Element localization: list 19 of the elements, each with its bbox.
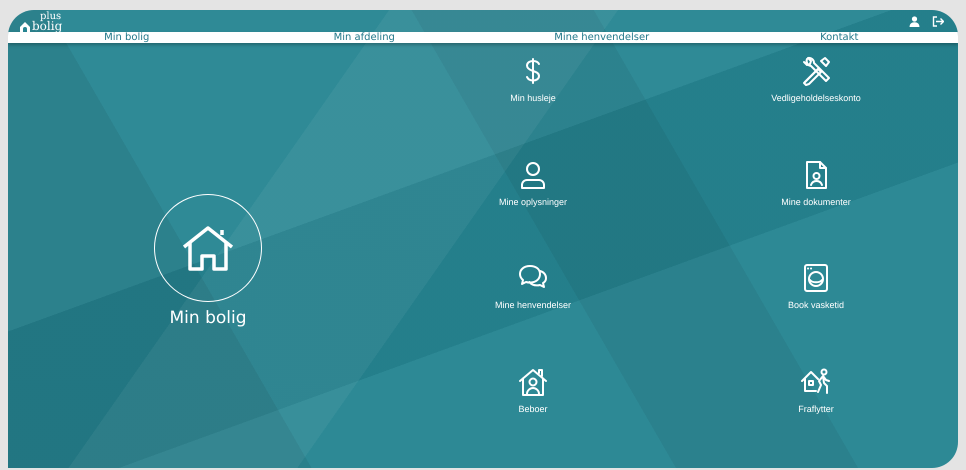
menu-tile[interactable]: Mine dokumenter bbox=[781, 158, 851, 206]
home-button[interactable] bbox=[154, 194, 262, 302]
logo-text: bolig bbox=[32, 20, 62, 32]
house-icon bbox=[182, 225, 234, 271]
menu-tile[interactable]: Fraflytter bbox=[798, 366, 834, 414]
menu-tile[interactable]: Mine henvendelser bbox=[494, 262, 572, 310]
logout-icon[interactable] bbox=[932, 16, 944, 26]
hero-label: Min bolig bbox=[170, 308, 246, 328]
nav-link[interactable]: Kontakt bbox=[820, 32, 858, 43]
menu-tile[interactable]: Min husleje bbox=[510, 55, 556, 103]
menu-tile[interactable]: Book vasketid bbox=[788, 262, 844, 310]
menu-tile[interactable]: Beboer bbox=[517, 366, 549, 414]
menu-tile[interactable]: Vedligeholdelseskonto bbox=[771, 55, 861, 103]
logo-superscript: plus bbox=[40, 12, 62, 22]
nav-link[interactable]: Min bolig bbox=[104, 32, 150, 43]
nav-link[interactable]: Mine henvendelser bbox=[554, 32, 650, 43]
menu-tile[interactable]: Mine oplysninger bbox=[498, 158, 568, 206]
user-icon[interactable] bbox=[909, 16, 920, 26]
nav-link[interactable]: Min afdeling bbox=[334, 32, 395, 43]
